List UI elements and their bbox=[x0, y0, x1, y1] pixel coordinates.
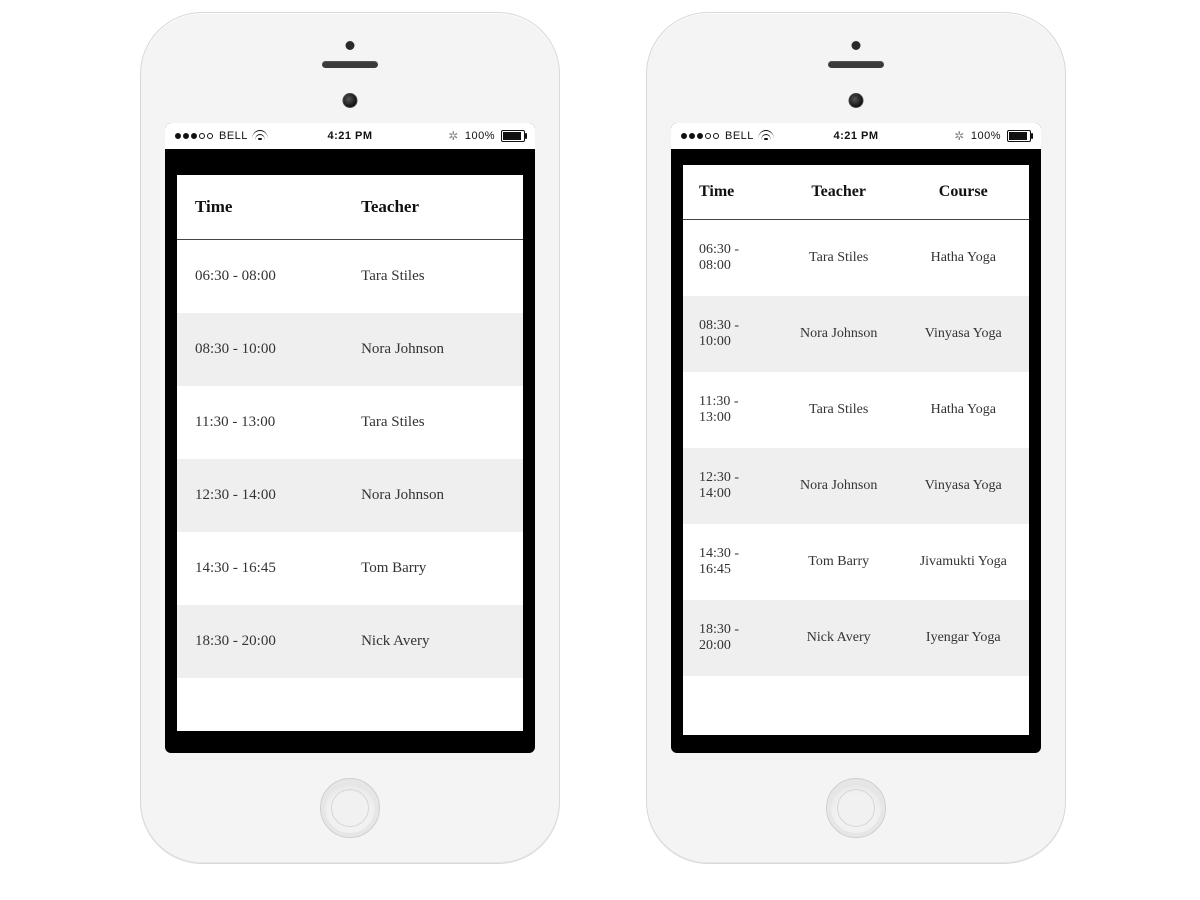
earpiece-speaker bbox=[828, 61, 884, 68]
col-header-teacher: Teacher bbox=[343, 175, 523, 240]
cell-time: 06:30 - 08:00 bbox=[683, 220, 780, 297]
cell-course: Hatha Yoga bbox=[898, 372, 1030, 448]
cell-time: 08:30 - 10:00 bbox=[177, 313, 343, 386]
table-row[interactable]: 11:30 - 13:00Tara Stiles bbox=[177, 386, 523, 459]
cell-course: Vinyasa Yoga bbox=[898, 448, 1030, 524]
cell-teacher: Tara Stiles bbox=[780, 372, 898, 448]
cell-teacher: Tara Stiles bbox=[343, 240, 523, 314]
col-header-course: Course bbox=[898, 165, 1030, 220]
cell-teacher: Tom Barry bbox=[343, 532, 523, 605]
cell-teacher: Nora Johnson bbox=[343, 313, 523, 386]
cell-time: 14:30 - 16:45 bbox=[177, 532, 343, 605]
table-row[interactable]: 08:30 - 10:00Nora Johnson bbox=[177, 313, 523, 386]
cell-teacher: Tara Stiles bbox=[343, 386, 523, 459]
table-row[interactable]: 06:30 - 08:00Tara Stiles bbox=[177, 240, 523, 314]
status-bar: BELL 4:21 PM ✲ 100% bbox=[165, 123, 535, 149]
cell-teacher: Nora Johnson bbox=[343, 459, 523, 532]
cell-time: 14:30 - 16:45 bbox=[683, 524, 780, 600]
table-body-left: 06:30 - 08:00Tara Stiles08:30 - 10:00Nor… bbox=[177, 240, 523, 679]
phone-mockup-right: BELL 4:21 PM ✲ 100% Time Teacher bbox=[646, 12, 1066, 864]
screen-bezel: BELL 4:21 PM ✲ 100% Time Teacher bbox=[671, 123, 1041, 753]
cell-time: 18:30 - 20:00 bbox=[177, 605, 343, 678]
cell-course: Vinyasa Yoga bbox=[898, 296, 1030, 372]
table-row[interactable]: 18:30 - 20:00Nick Avery bbox=[177, 605, 523, 678]
schedule-table: Time Teacher Course 06:30 - 08:00Tara St… bbox=[683, 165, 1029, 676]
cell-course: Hatha Yoga bbox=[898, 220, 1030, 297]
app-viewport: Time Teacher 06:30 - 08:00Tara Stiles08:… bbox=[177, 175, 523, 731]
cell-teacher: Tom Barry bbox=[780, 524, 898, 600]
table-header-row: Time Teacher Course bbox=[683, 165, 1029, 220]
battery-icon bbox=[501, 130, 525, 142]
cell-time: 12:30 - 14:00 bbox=[683, 448, 780, 524]
cell-teacher: Nick Avery bbox=[343, 605, 523, 678]
cell-course: Jivamukti Yoga bbox=[898, 524, 1030, 600]
cell-course: Iyengar Yoga bbox=[898, 600, 1030, 676]
col-header-time: Time bbox=[683, 165, 780, 220]
stage: BELL 4:21 PM ✲ 100% Time Teacher bbox=[0, 0, 1200, 900]
cell-time: 11:30 - 13:00 bbox=[177, 386, 343, 459]
home-button[interactable] bbox=[320, 778, 380, 838]
earpiece-speaker bbox=[322, 61, 378, 68]
status-bar: BELL 4:21 PM ✲ 100% bbox=[671, 123, 1041, 149]
cell-time: 08:30 - 10:00 bbox=[683, 296, 780, 372]
table-row[interactable]: 14:30 - 16:45Tom Barry bbox=[177, 532, 523, 605]
table-row[interactable]: 12:30 - 14:00Nora JohnsonVinyasa Yoga bbox=[683, 448, 1029, 524]
table-row[interactable]: 18:30 - 20:00Nick AveryIyengar Yoga bbox=[683, 600, 1029, 676]
col-header-time: Time bbox=[177, 175, 343, 240]
cell-teacher: Nick Avery bbox=[780, 600, 898, 676]
table-row[interactable]: 08:30 - 10:00Nora JohnsonVinyasa Yoga bbox=[683, 296, 1029, 372]
status-time: 4:21 PM bbox=[671, 130, 1041, 142]
table-header-row: Time Teacher bbox=[177, 175, 523, 240]
phone-mockup-left: BELL 4:21 PM ✲ 100% Time Teacher bbox=[140, 12, 560, 864]
cell-time: 06:30 - 08:00 bbox=[177, 240, 343, 314]
schedule-table: Time Teacher 06:30 - 08:00Tara Stiles08:… bbox=[177, 175, 523, 678]
home-button[interactable] bbox=[826, 778, 886, 838]
cell-time: 12:30 - 14:00 bbox=[177, 459, 343, 532]
screen-bezel: BELL 4:21 PM ✲ 100% Time Teacher bbox=[165, 123, 535, 753]
cell-time: 11:30 - 13:00 bbox=[683, 372, 780, 448]
table-row[interactable]: 12:30 - 14:00Nora Johnson bbox=[177, 459, 523, 532]
cell-teacher: Nora Johnson bbox=[780, 296, 898, 372]
app-viewport: Time Teacher Course 06:30 - 08:00Tara St… bbox=[683, 165, 1029, 735]
proximity-sensor bbox=[852, 41, 861, 50]
cell-time: 18:30 - 20:00 bbox=[683, 600, 780, 676]
battery-icon bbox=[1007, 130, 1031, 142]
table-row[interactable]: 14:30 - 16:45Tom BarryJivamukti Yoga bbox=[683, 524, 1029, 600]
front-camera bbox=[849, 93, 864, 108]
front-camera bbox=[343, 93, 358, 108]
proximity-sensor bbox=[346, 41, 355, 50]
table-row[interactable]: 11:30 - 13:00Tara StilesHatha Yoga bbox=[683, 372, 1029, 448]
cell-teacher: Tara Stiles bbox=[780, 220, 898, 297]
table-body-right: 06:30 - 08:00Tara StilesHatha Yoga08:30 … bbox=[683, 220, 1029, 677]
col-header-teacher: Teacher bbox=[780, 165, 898, 220]
status-time: 4:21 PM bbox=[165, 130, 535, 142]
table-row[interactable]: 06:30 - 08:00Tara StilesHatha Yoga bbox=[683, 220, 1029, 297]
cell-teacher: Nora Johnson bbox=[780, 448, 898, 524]
